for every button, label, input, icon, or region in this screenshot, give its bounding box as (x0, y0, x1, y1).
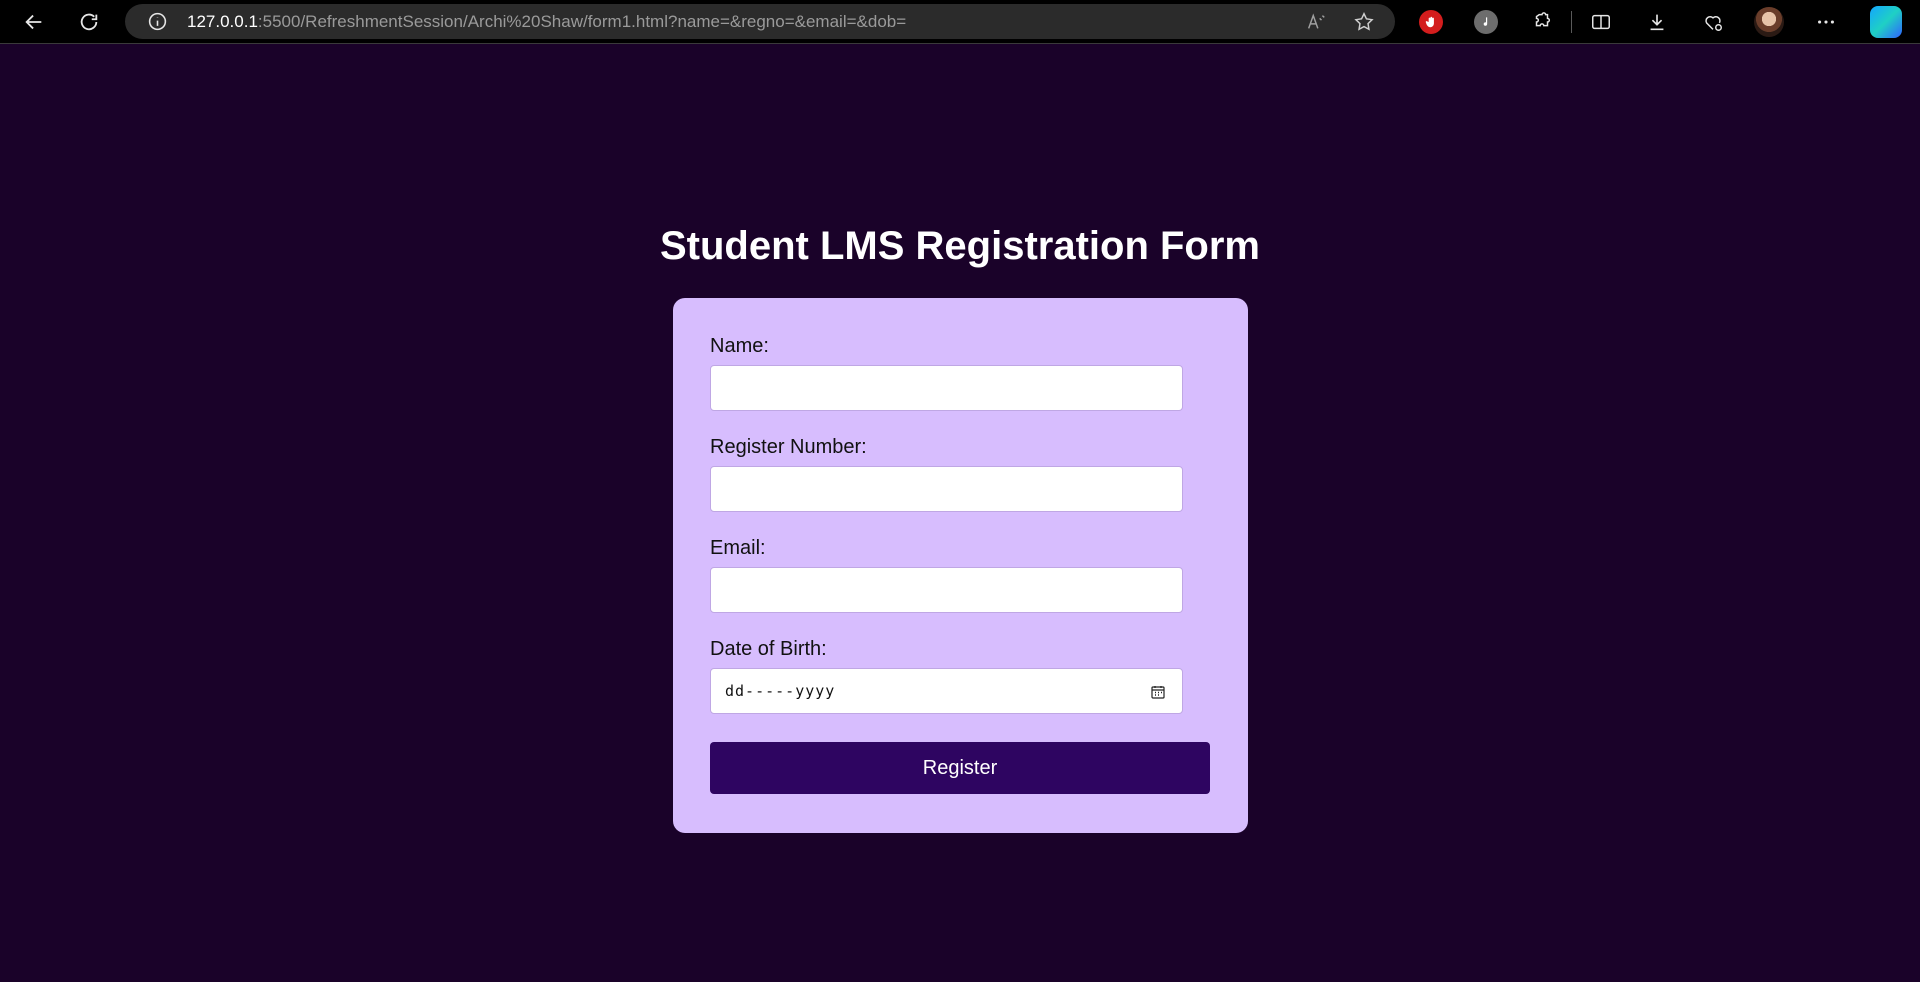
email-label: Email: (710, 537, 766, 559)
address-bar[interactable]: 127.0.0.1:5500/RefreshmentSession/Archi%… (125, 4, 1395, 39)
name-label: Name: (710, 335, 769, 357)
back-icon[interactable] (17, 5, 51, 39)
page-title: Student LMS Registration Form (660, 224, 1260, 268)
browser-essentials-icon[interactable] (1696, 5, 1730, 39)
calendar-icon[interactable] (1150, 684, 1166, 700)
url-path: :5500/RefreshmentSession/Archi%20Shaw/fo… (257, 12, 907, 31)
registration-form: Name: Register Number: Email: Date of Bi… (673, 298, 1248, 833)
browser-toolbar: 127.0.0.1:5500/RefreshmentSession/Archi%… (0, 0, 1920, 44)
copilot-icon[interactable] (1870, 6, 1902, 38)
extensions-puzzle-icon[interactable] (1525, 5, 1559, 39)
extension-music-icon[interactable] (1474, 10, 1498, 34)
dob-input[interactable]: dd-----yyyy (710, 668, 1183, 714)
more-options-icon[interactable] (1809, 5, 1843, 39)
register-button[interactable]: Register (710, 742, 1210, 794)
dob-label: Date of Birth: (710, 638, 827, 660)
reload-icon[interactable] (72, 5, 106, 39)
url-text[interactable]: 127.0.0.1:5500/RefreshmentSession/Archi%… (187, 12, 906, 32)
email-input[interactable] (710, 567, 1183, 613)
extension-hand-icon[interactable] (1419, 10, 1443, 34)
toolbar-separator (1571, 11, 1572, 33)
url-host: 127.0.0.1 (187, 12, 258, 31)
register-number-input[interactable] (710, 466, 1183, 512)
split-screen-icon[interactable] (1584, 5, 1618, 39)
profile-avatar[interactable] (1754, 7, 1784, 37)
read-aloud-icon[interactable] (1305, 11, 1327, 33)
register-number-label: Register Number: (710, 436, 867, 458)
dob-placeholder: dd-----yyyy (725, 682, 836, 700)
favorite-star-icon[interactable] (1353, 11, 1375, 33)
downloads-icon[interactable] (1640, 5, 1674, 39)
site-info-icon[interactable] (147, 11, 168, 32)
name-input[interactable] (710, 365, 1183, 411)
